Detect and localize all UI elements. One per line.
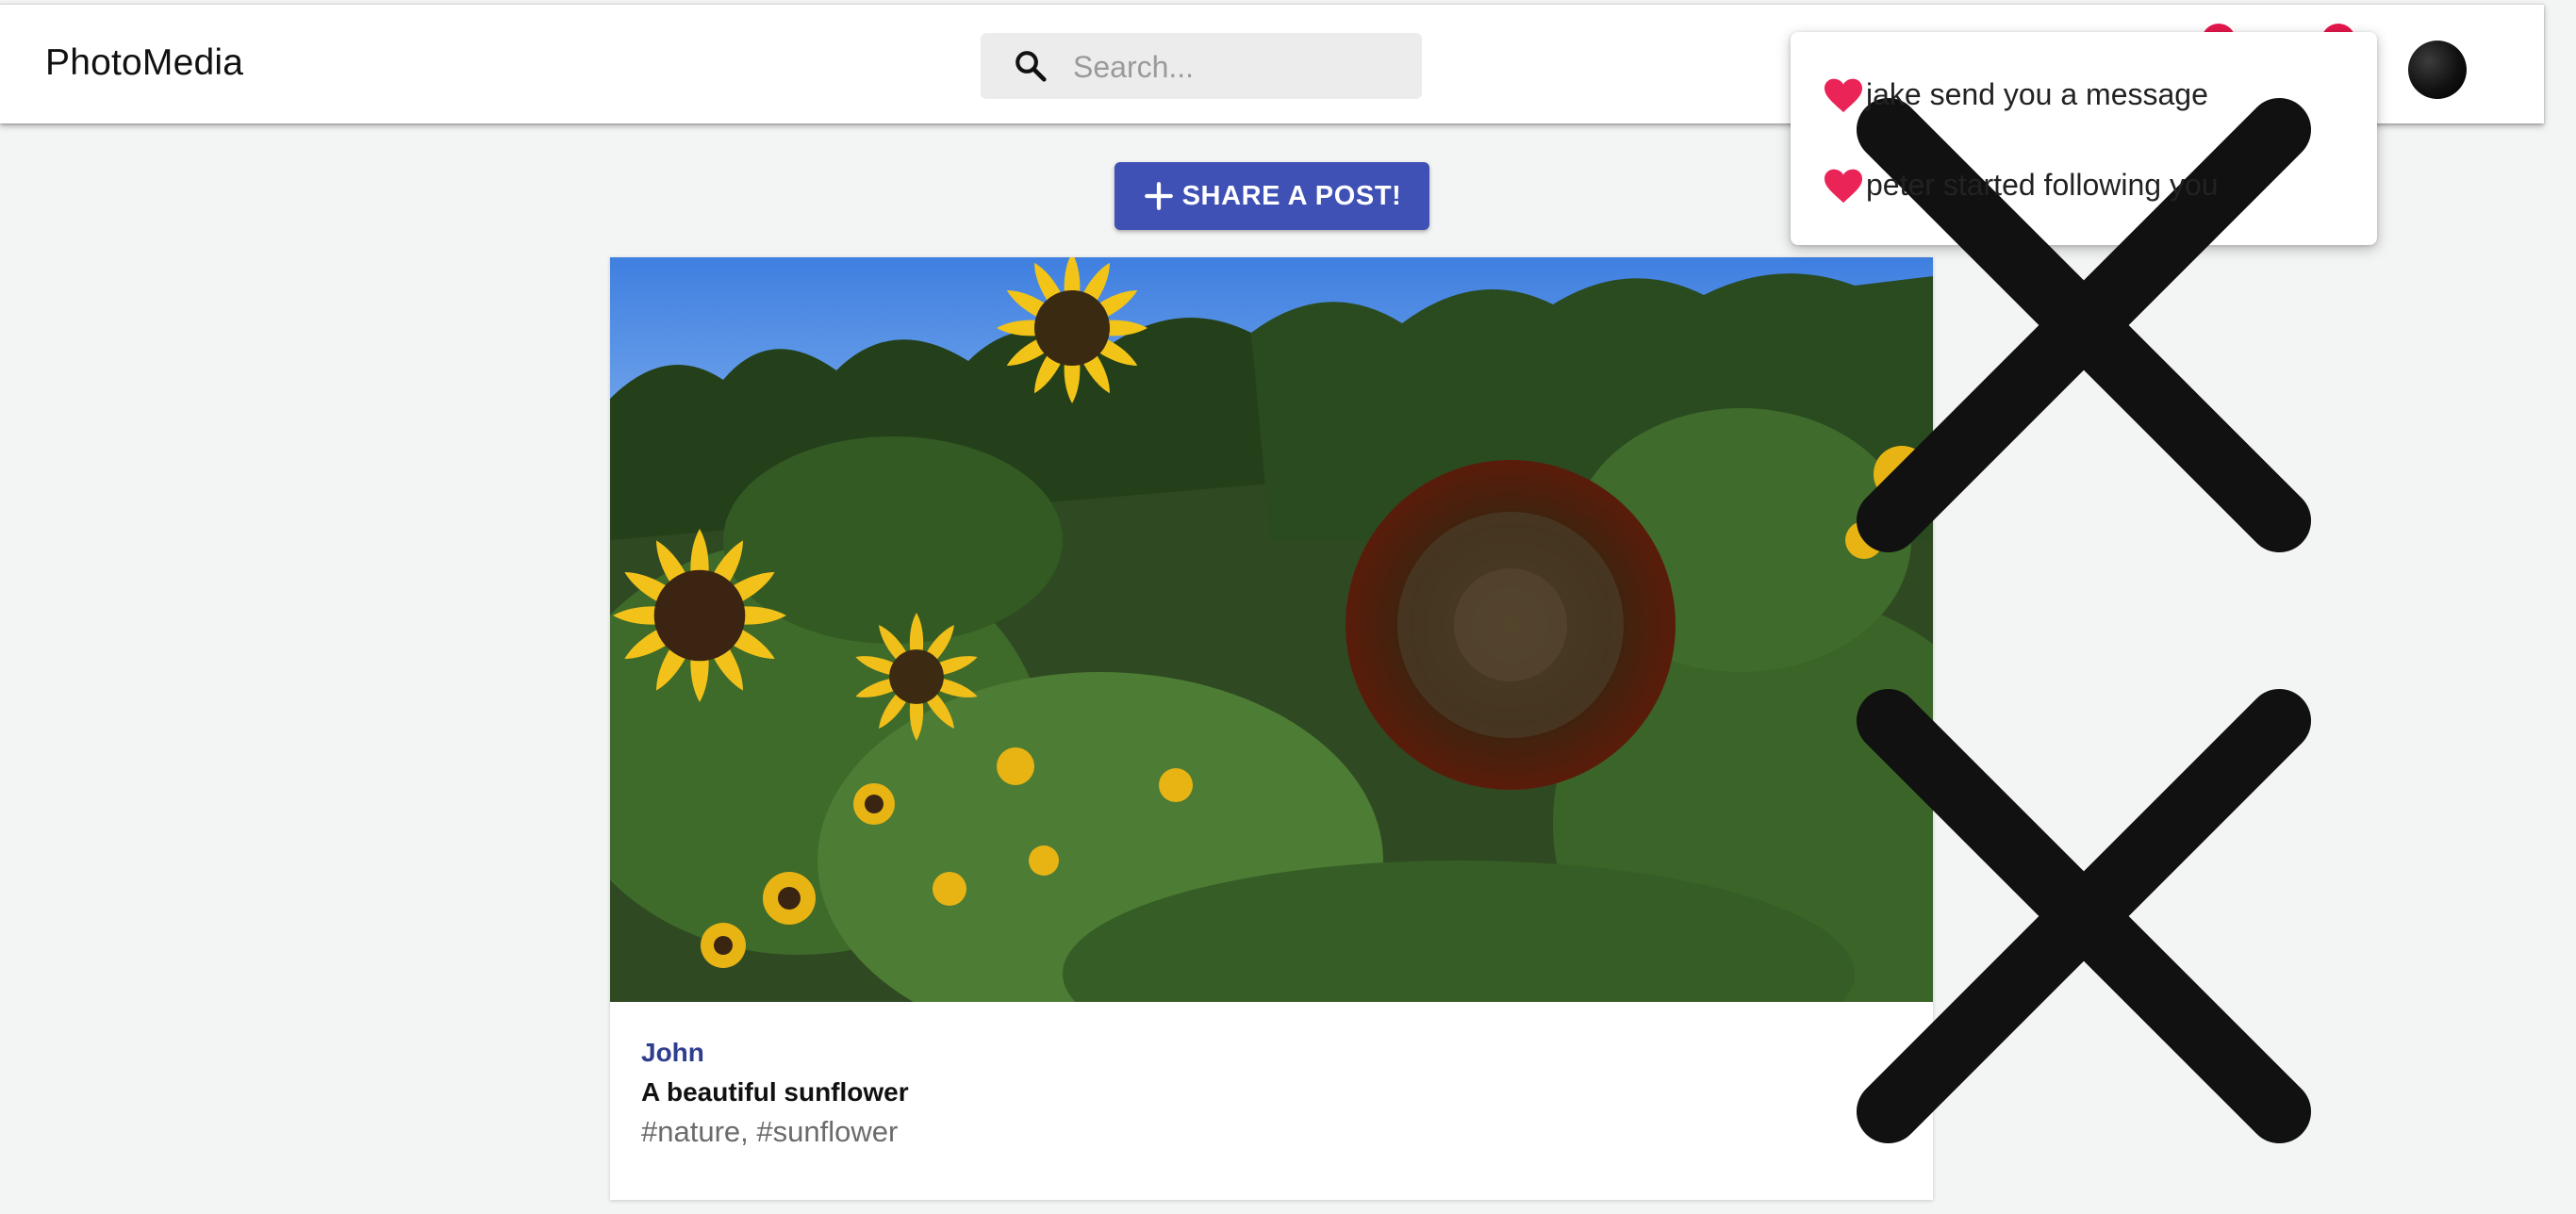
share-post-button[interactable]: SHARE A POST!	[1115, 162, 1429, 230]
notification-text: jake send you a message	[1866, 76, 2208, 111]
sunflower-photo[interactable]	[610, 257, 1933, 1002]
notification-text: peter started following you	[1866, 167, 2219, 202]
share-post-label: SHARE A POST!	[1181, 180, 1402, 211]
post-tags: #nature, #sunflower	[641, 1115, 899, 1148]
close-icon[interactable]	[1791, 623, 2377, 1209]
post-caption: A beautiful sunflower	[641, 1077, 909, 1107]
notification-item[interactable]: peter started following you	[1823, 156, 2219, 213]
notifications-menu: jake send you a message peter started fo…	[1791, 32, 2377, 1144]
notification-item[interactable]: jake send you a message	[1823, 66, 2208, 123]
search-icon	[1016, 51, 1047, 82]
heart-icon	[1825, 169, 1862, 204]
plus-icon	[1144, 182, 1173, 210]
app-title[interactable]: PhotoMedia	[45, 42, 243, 84]
search-bar[interactable]	[981, 33, 1422, 99]
heart-icon	[1825, 78, 1862, 113]
avatar[interactable]	[2408, 41, 2467, 99]
post-author[interactable]: John	[641, 1038, 704, 1068]
search-input[interactable]	[1071, 44, 1405, 90]
post-card: John A beautiful sunflower #nature, #sun…	[610, 257, 1933, 1200]
